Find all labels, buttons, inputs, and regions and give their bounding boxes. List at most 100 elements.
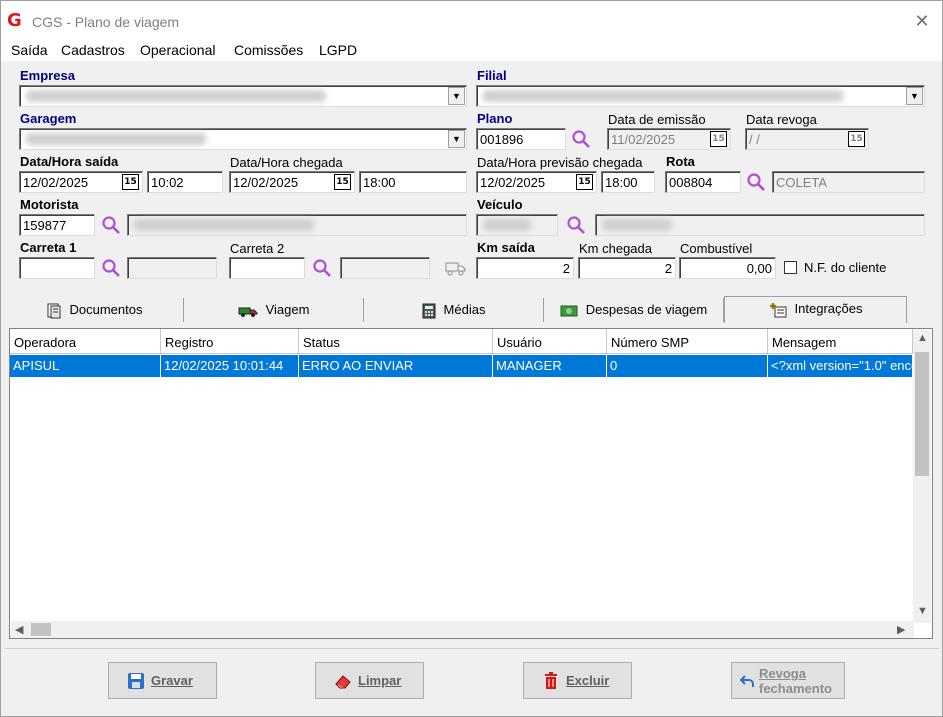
vertical-scroll-thumb[interactable]: [915, 352, 929, 476]
cell-registro[interactable]: 12/02/2025 10:01:44: [161, 355, 299, 377]
km-saida-label: Km saída: [477, 240, 535, 255]
data-previsao-value: 12/02/2025: [480, 175, 546, 190]
data-revoga-input[interactable]: / / 15: [745, 128, 869, 150]
cell-operadora[interactable]: APISUL: [10, 355, 161, 377]
search-icon[interactable]: [101, 215, 121, 235]
motorista-label: Motorista: [20, 197, 79, 212]
menu-cadastros[interactable]: Cadastros: [61, 42, 125, 58]
menu-operacional[interactable]: Operacional: [140, 42, 216, 58]
filial-select[interactable]: ▼: [476, 85, 925, 107]
column-header-mensagem[interactable]: Mensagem: [768, 329, 913, 354]
search-icon[interactable]: [746, 172, 766, 192]
rota-label: Rota: [666, 154, 695, 169]
limpar-button[interactable]: Limpar: [315, 662, 424, 699]
tab-documentos[interactable]: Documentos: [5, 298, 184, 322]
column-header-operadora[interactable]: Operadora: [10, 329, 161, 354]
cell-numero-smp[interactable]: 0: [607, 355, 768, 377]
menu-comissoes[interactable]: Comissões: [234, 42, 303, 58]
gravar-label: Gravar: [151, 673, 193, 688]
calendar-icon[interactable]: 15: [576, 174, 593, 190]
scroll-left-icon[interactable]: ◀: [15, 623, 23, 636]
tab-viagem-label: Viagem: [265, 302, 310, 317]
excluir-label: Excluir: [566, 673, 610, 688]
garagem-blurred-value: [26, 133, 206, 145]
menu-lgpd[interactable]: LGPD: [319, 42, 357, 58]
cell-status[interactable]: ERRO AO ENVIAR: [299, 355, 493, 377]
search-icon[interactable]: [566, 215, 586, 235]
data-emissao-value: 11/02/2025: [611, 132, 676, 147]
scroll-down-icon[interactable]: ▼: [917, 605, 928, 617]
window-title: CGS - Plano de viagem: [32, 14, 180, 30]
garagem-select[interactable]: ▼: [19, 128, 467, 150]
combustivel-input[interactable]: 0,00: [679, 257, 776, 279]
data-hora-saida-label: Data/Hora saída: [20, 154, 119, 169]
chevron-down-icon[interactable]: ▼: [448, 130, 465, 148]
empresa-select[interactable]: ▼: [19, 85, 467, 107]
cell-usuario[interactable]: MANAGER: [493, 355, 607, 377]
revoga-label-line2: fechamento: [759, 681, 832, 696]
calendar-icon[interactable]: 15: [334, 174, 351, 190]
data-saida-input[interactable]: 12/02/2025 15: [19, 171, 143, 193]
previsao-label: Data/Hora previsão chegada: [477, 155, 643, 170]
column-header-numero-smp[interactable]: Número SMP: [607, 329, 768, 354]
rota-description: COLETA: [772, 171, 925, 193]
tab-integracoes-label: Integrações: [794, 301, 863, 316]
revoga-fechamento-button[interactable]: Revoga fechamento: [731, 662, 845, 699]
search-icon[interactable]: [101, 258, 121, 278]
main-window: G CGS - Plano de viagem ✕ Saída Cadastro…: [0, 0, 943, 717]
veiculo-blurred-value: [483, 219, 531, 231]
km-chegada-input[interactable]: 2: [578, 257, 676, 279]
horizontal-scrollbar[interactable]: ◀ ▶: [11, 621, 914, 638]
carreta2-input[interactable]: [229, 257, 305, 279]
search-icon[interactable]: [571, 129, 591, 149]
data-revoga-label: Data revoga: [746, 112, 817, 127]
carreta1-input[interactable]: [19, 257, 95, 279]
vertical-scrollbar[interactable]: ▲ ▼: [913, 330, 931, 623]
gravar-button[interactable]: Gravar: [108, 662, 217, 699]
carreta1-label: Carreta 1: [20, 240, 77, 255]
data-emissao-input[interactable]: 11/02/2025 15: [607, 128, 731, 150]
calendar-icon[interactable]: 15: [122, 174, 139, 190]
tab-despesas-de-viagem[interactable]: Despesas de viagem: [544, 298, 724, 322]
scroll-up-icon[interactable]: ▲: [917, 332, 928, 344]
tab-integracoes[interactable]: Integrações: [724, 296, 907, 323]
data-chegada-input[interactable]: 12/02/2025 15: [229, 171, 355, 193]
tab-viagem[interactable]: Viagem: [184, 298, 364, 322]
column-header-usuario[interactable]: Usuário: [493, 329, 607, 354]
data-chegada-value: 12/02/2025: [233, 175, 299, 190]
nf-cliente-label: N.F. do cliente: [804, 260, 887, 275]
hora-previsao-input[interactable]: 18:00: [601, 171, 655, 193]
cell-mensagem[interactable]: <?xml version="1.0" enco: [768, 355, 913, 377]
data-previsao-input[interactable]: 12/02/2025 15: [476, 171, 597, 193]
hora-chegada-input[interactable]: 18:00: [359, 171, 467, 193]
km-chegada-label: Km chegada: [579, 241, 652, 256]
column-header-status[interactable]: Status: [299, 329, 493, 354]
km-saida-input[interactable]: 2: [476, 257, 574, 279]
hora-saida-input[interactable]: 10:02: [147, 171, 223, 193]
button-bar: Gravar Limpar Excluir Revoga fechamento: [5, 648, 939, 714]
column-header-registro[interactable]: Registro: [161, 329, 299, 354]
menu-bar: Saída Cadastros Operacional Comissões LG…: [1, 39, 942, 61]
close-icon[interactable]: ✕: [907, 9, 937, 33]
tab-medias[interactable]: Médias: [364, 298, 544, 322]
search-icon[interactable]: [312, 258, 332, 278]
chevron-down-icon[interactable]: ▼: [906, 87, 923, 105]
calculator-icon: [422, 303, 436, 319]
nf-cliente-checkbox[interactable]: [784, 261, 797, 274]
excluir-button[interactable]: Excluir: [523, 662, 632, 699]
scroll-right-icon[interactable]: ▶: [897, 623, 905, 636]
veiculo-input[interactable]: [476, 214, 558, 236]
veiculo-description: [595, 214, 925, 236]
menu-saida[interactable]: Saída: [11, 42, 48, 58]
plano-input[interactable]: 001896: [476, 128, 566, 150]
calendar-icon[interactable]: 15: [848, 131, 865, 147]
horizontal-scroll-thumb[interactable]: [31, 623, 51, 636]
carreta2-label: Carreta 2: [230, 241, 285, 256]
calendar-icon[interactable]: 15: [710, 131, 727, 147]
money-icon: [560, 305, 578, 317]
motorista-input[interactable]: 159877: [19, 214, 95, 236]
tab-medias-label: Médias: [443, 302, 486, 317]
rota-input[interactable]: 008804: [665, 171, 741, 193]
chevron-down-icon[interactable]: ▼: [448, 87, 465, 105]
trailer-icon[interactable]: [445, 260, 467, 276]
